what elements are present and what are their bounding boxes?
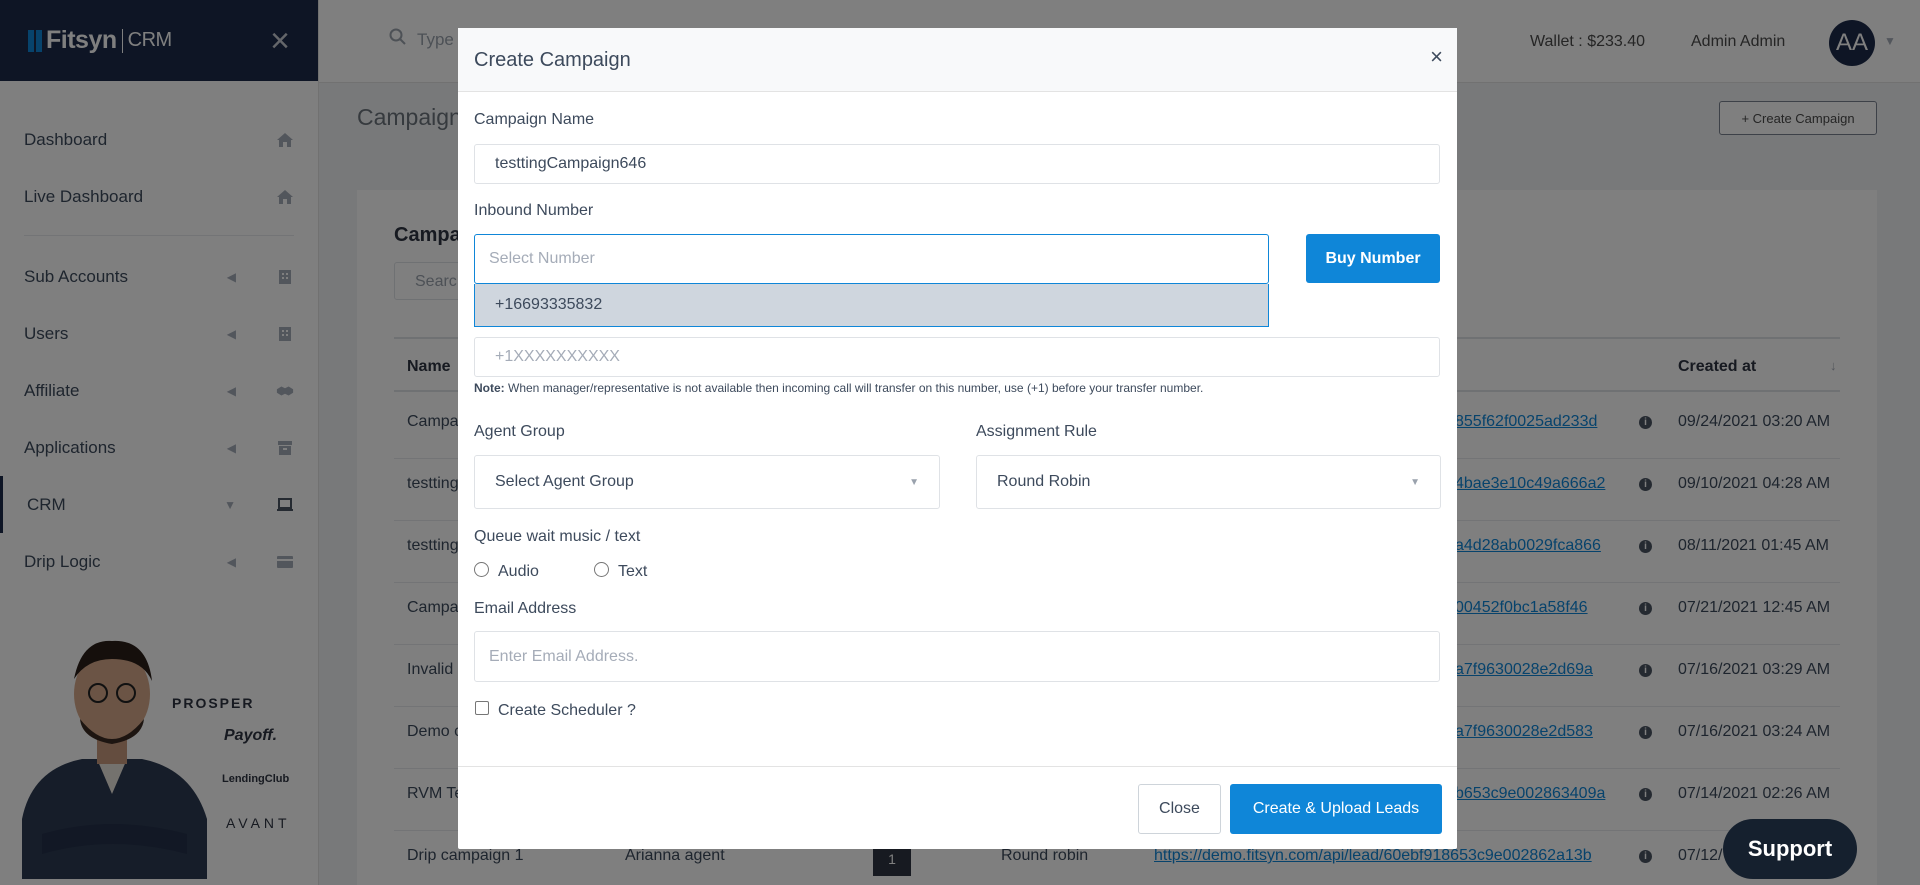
email-placeholder: Enter Email Address.: [489, 647, 639, 665]
agent-group-select[interactable]: Select Agent Group ▼: [474, 455, 940, 509]
email-address-input[interactable]: Enter Email Address.: [474, 631, 1440, 682]
audio-radio[interactable]: [474, 562, 489, 577]
caret-down-icon: ▼: [909, 476, 919, 488]
inbound-number-option[interactable]: +16693335832: [474, 284, 1269, 327]
agent-group-value: Select Agent Group: [495, 473, 634, 490]
create-upload-leads-button[interactable]: Create & Upload Leads: [1230, 784, 1442, 834]
close-button[interactable]: Close: [1138, 784, 1221, 834]
campaign-name-input[interactable]: testtingCampaign646: [474, 144, 1440, 184]
campaign-name-label: Campaign Name: [474, 111, 595, 128]
note-text: When manager/representative is not avail…: [504, 381, 1204, 395]
text-radio-label[interactable]: Text: [618, 563, 647, 581]
support-button[interactable]: Support: [1723, 819, 1857, 879]
create-scheduler-checkbox[interactable]: [475, 701, 489, 715]
transfer-number-input[interactable]: +1XXXXXXXXXX: [474, 337, 1440, 377]
text-radio[interactable]: [594, 562, 609, 577]
inbound-number-label: Inbound Number: [474, 202, 594, 219]
modal-header: Create Campaign ×: [458, 28, 1457, 92]
audio-radio-label[interactable]: Audio: [498, 563, 539, 581]
caret-down-icon: ▼: [1410, 476, 1420, 488]
option-label: +16693335832: [495, 296, 603, 313]
buy-number-button[interactable]: Buy Number: [1306, 234, 1440, 283]
inbound-number-placeholder: Select Number: [489, 250, 595, 267]
note-label: Note:: [474, 381, 505, 395]
close-icon[interactable]: ×: [1430, 46, 1443, 68]
agent-group-label: Agent Group: [474, 423, 565, 440]
create-scheduler-label[interactable]: Create Scheduler ?: [498, 702, 636, 720]
inbound-number-select[interactable]: Select Number: [474, 234, 1269, 284]
email-address-label: Email Address: [474, 600, 577, 617]
modal-title: Create Campaign: [474, 49, 631, 71]
queue-wait-label: Queue wait music / text: [474, 528, 641, 545]
modal-footer-divider: [458, 766, 1457, 767]
assignment-rule-select[interactable]: Round Robin ▼: [976, 455, 1441, 509]
transfer-note: Note: When manager/representative is not…: [474, 381, 1203, 395]
campaign-name-value: testtingCampaign646: [495, 155, 647, 172]
assignment-rule-value: Round Robin: [997, 473, 1091, 490]
create-campaign-modal: Create Campaign × Campaign Name testting…: [458, 28, 1457, 849]
transfer-number-placeholder: +1XXXXXXXXXX: [495, 348, 620, 365]
assignment-rule-label: Assignment Rule: [976, 423, 1097, 440]
